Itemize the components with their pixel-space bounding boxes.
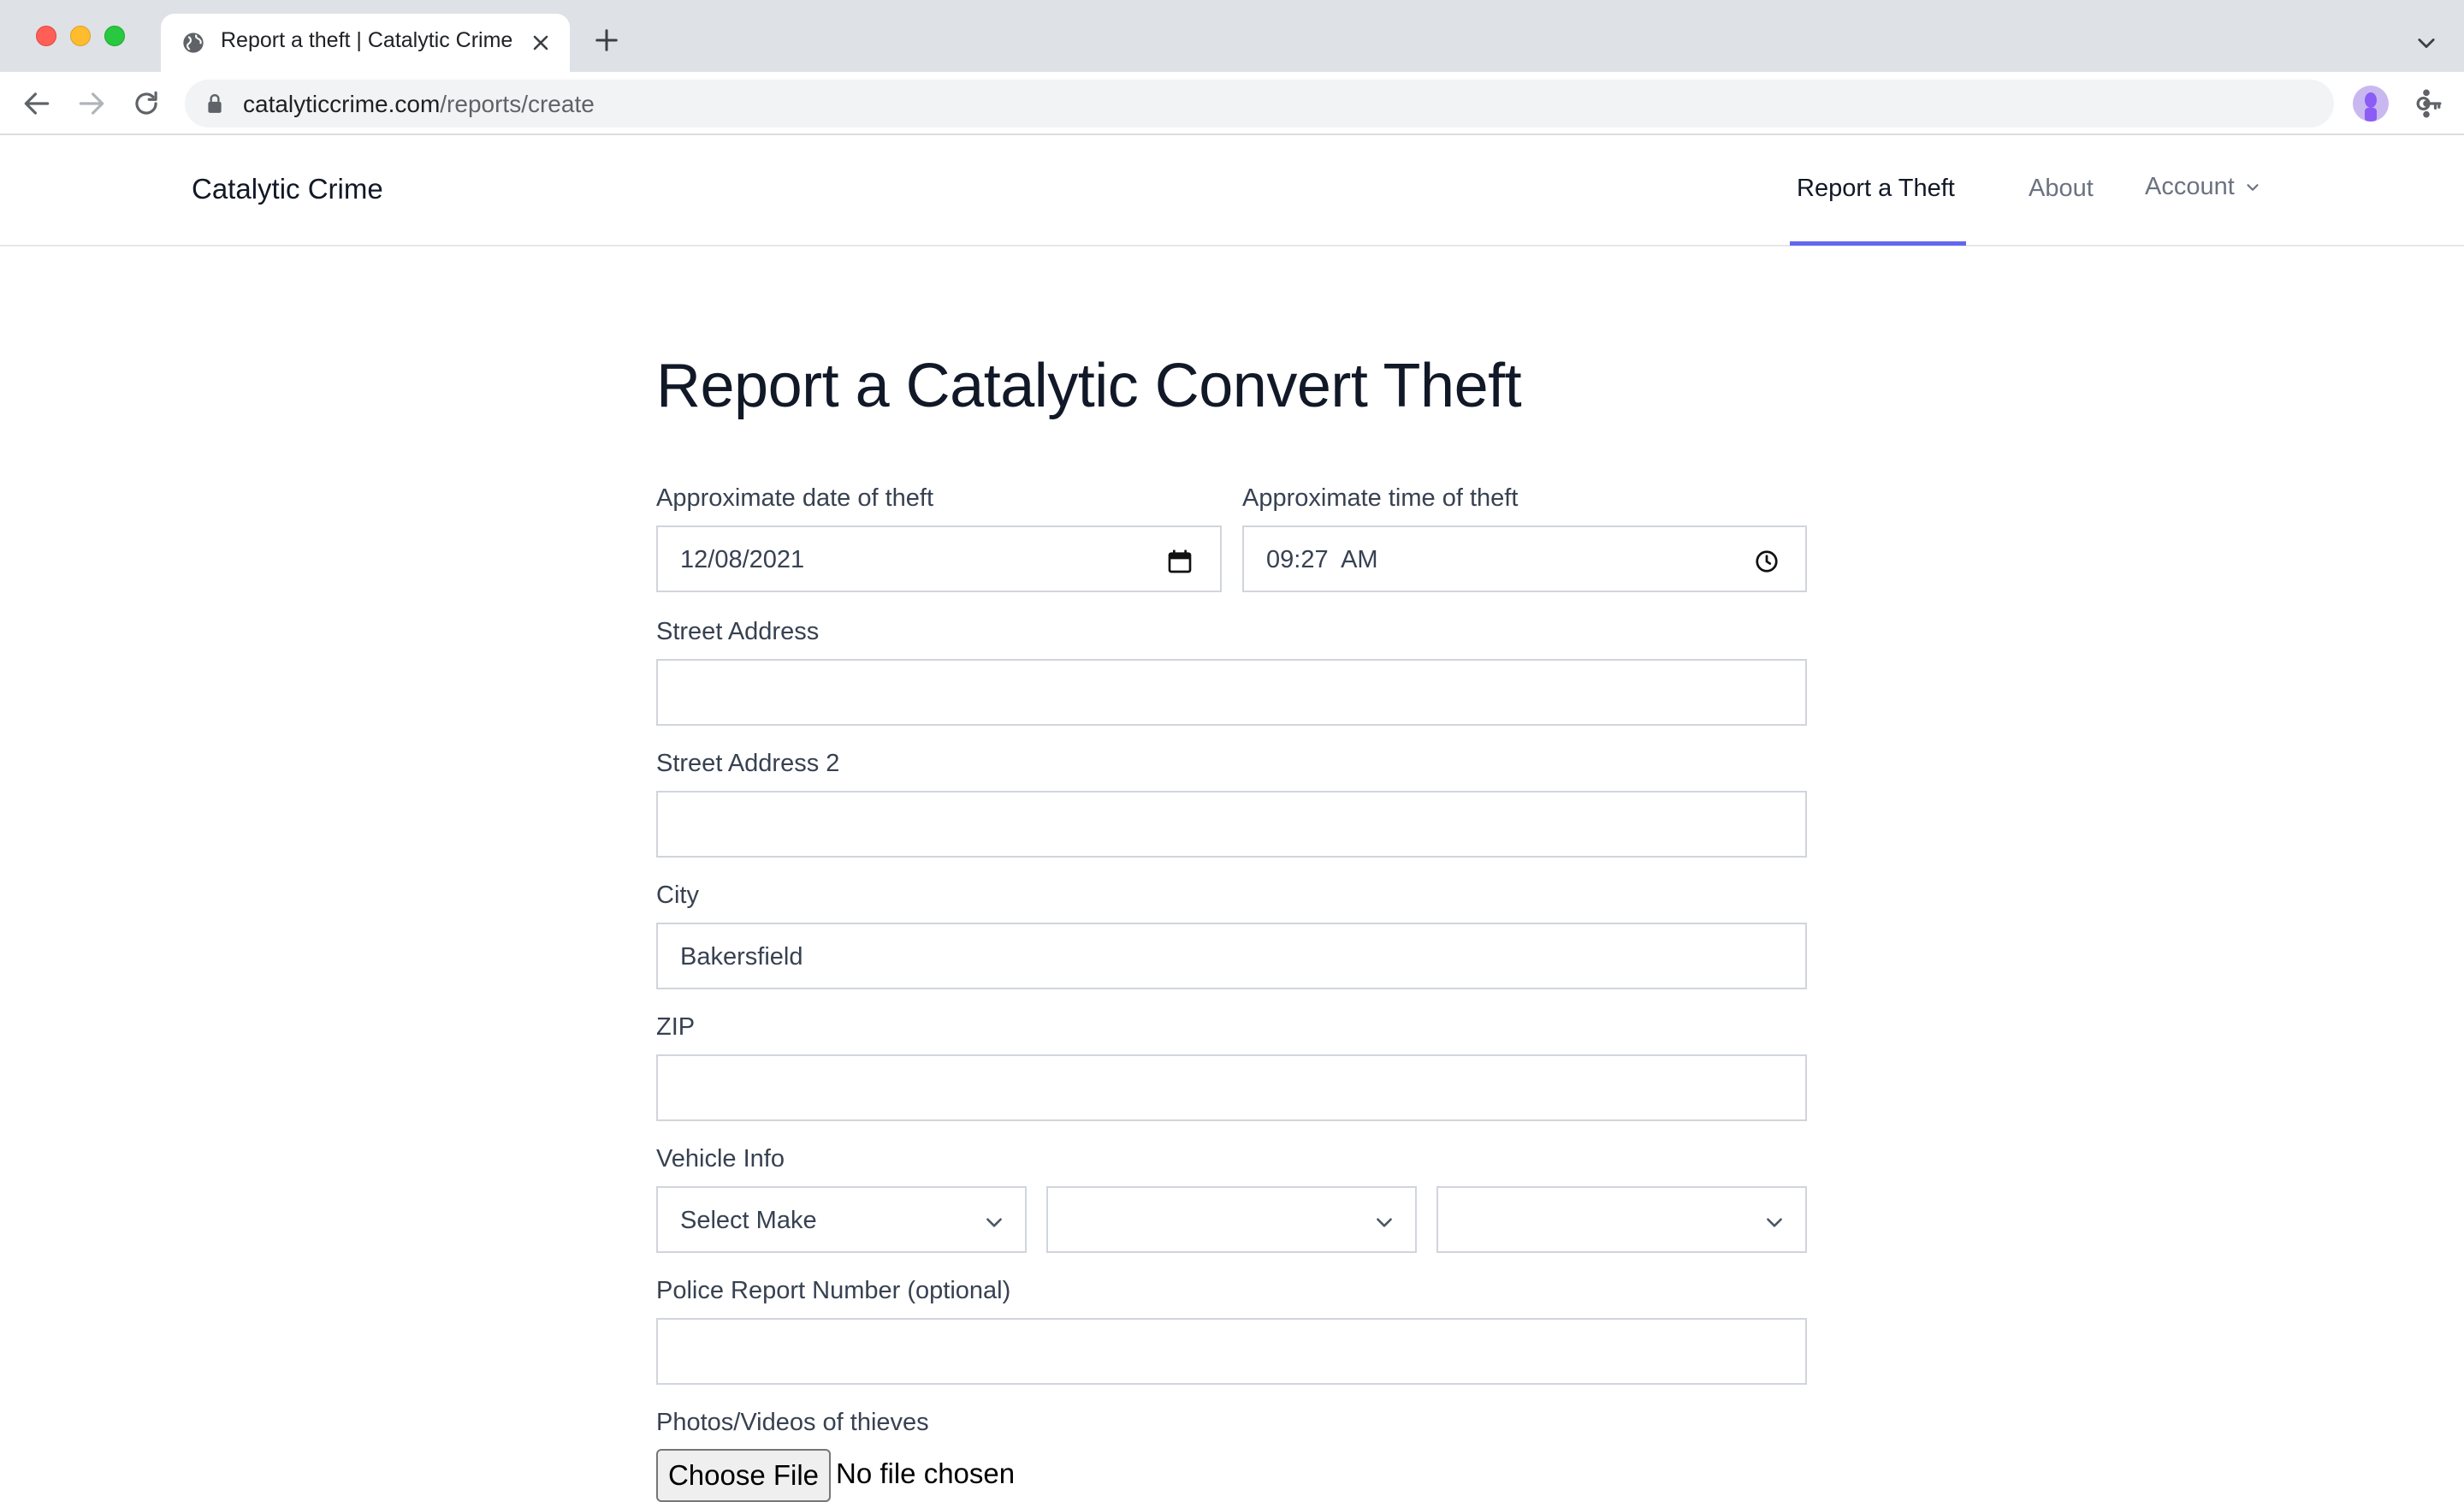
close-tab-icon[interactable] <box>529 31 553 55</box>
choose-file-button[interactable]: Choose File <box>656 1449 831 1502</box>
reload-icon[interactable] <box>130 87 163 120</box>
vehicle-make-value: Select Make <box>680 1207 817 1234</box>
close-window-button[interactable] <box>36 26 56 46</box>
browser-toolbar: catalyticcrime.com/reports/create <box>0 72 2464 135</box>
chevron-down-icon <box>1377 1218 1392 1227</box>
url-host: catalyticcrime.com <box>243 91 441 117</box>
time-value: 09:27 AM <box>1266 546 1378 573</box>
chevron-down-icon <box>2247 183 2259 191</box>
browser-tab[interactable]: Report a theft | Catalytic Crime <box>161 14 570 72</box>
nav-about[interactable]: About <box>2029 175 2094 203</box>
address-bar[interactable]: catalyticcrime.com/reports/create <box>185 80 2442 128</box>
time-label: Approximate time of theft <box>1242 484 1519 512</box>
back-arrow-icon[interactable] <box>21 87 53 120</box>
vehicle-make-select[interactable]: Select Make <box>656 1186 1027 1253</box>
browser-menu-icon[interactable] <box>2414 87 2438 120</box>
date-value: 12/08/2021 <box>680 546 805 573</box>
profile-person-icon <box>2365 92 2377 122</box>
street-address-2-input[interactable] <box>656 791 1807 858</box>
page-title: Report a Catalytic Convert Theft <box>656 352 1522 420</box>
media-label: Photos/Videos of thieves <box>656 1409 929 1436</box>
chevron-down-icon <box>986 1218 1002 1227</box>
browser-tab-bar: Report a theft | Catalytic Crime <box>0 0 2464 72</box>
vehicle-model-select[interactable] <box>1046 1186 1417 1253</box>
globe-icon <box>183 33 204 53</box>
nav-account-label: Account <box>2145 173 2235 200</box>
tab-search-chevron-icon[interactable] <box>2414 31 2438 55</box>
zip-input[interactable] <box>656 1054 1807 1121</box>
date-input[interactable]: 12/08/2021 <box>656 525 1222 592</box>
street-address-input[interactable] <box>656 659 1807 726</box>
minimize-window-button[interactable] <box>70 26 91 46</box>
police-report-label: Police Report Number (optional) <box>656 1277 1011 1304</box>
clock-icon[interactable] <box>1754 549 1780 574</box>
active-nav-indicator <box>1790 241 1966 246</box>
city-label: City <box>656 882 699 909</box>
url-path: /reports/create <box>440 91 595 117</box>
forward-arrow-icon[interactable] <box>75 87 108 120</box>
calendar-icon[interactable] <box>1166 548 1194 575</box>
new-tab-icon[interactable] <box>594 27 619 53</box>
nav-report-theft[interactable]: Report a Theft <box>1797 175 1955 203</box>
lock-icon[interactable] <box>205 93 224 114</box>
url-text[interactable]: catalyticcrime.com/reports/create <box>243 91 595 118</box>
date-label: Approximate date of theft <box>656 484 934 512</box>
profile-avatar[interactable] <box>2353 86 2389 122</box>
street-label: Street Address <box>656 618 820 645</box>
vehicle-label: Vehicle Info <box>656 1145 785 1173</box>
tab-title: Report a theft | Catalytic Crime <box>221 28 513 52</box>
street2-label: Street Address 2 <box>656 750 840 777</box>
vehicle-year-select[interactable] <box>1436 1186 1807 1253</box>
time-input[interactable]: 09:27 AM <box>1242 525 1807 592</box>
nav-account-dropdown[interactable]: Account <box>2145 173 2262 201</box>
city-value: Bakersfield <box>680 943 803 971</box>
file-status: No file chosen <box>836 1457 1016 1489</box>
police-report-input[interactable] <box>656 1318 1807 1385</box>
maximize-window-button[interactable] <box>104 26 125 46</box>
city-input[interactable]: Bakersfield <box>656 923 1807 989</box>
brand-logo-link[interactable]: Catalytic Crime <box>192 173 383 205</box>
site-header: Catalytic Crime Report a Theft About Acc… <box>0 135 2464 246</box>
chevron-down-icon <box>1767 1218 1782 1227</box>
zip-label: ZIP <box>656 1013 696 1041</box>
